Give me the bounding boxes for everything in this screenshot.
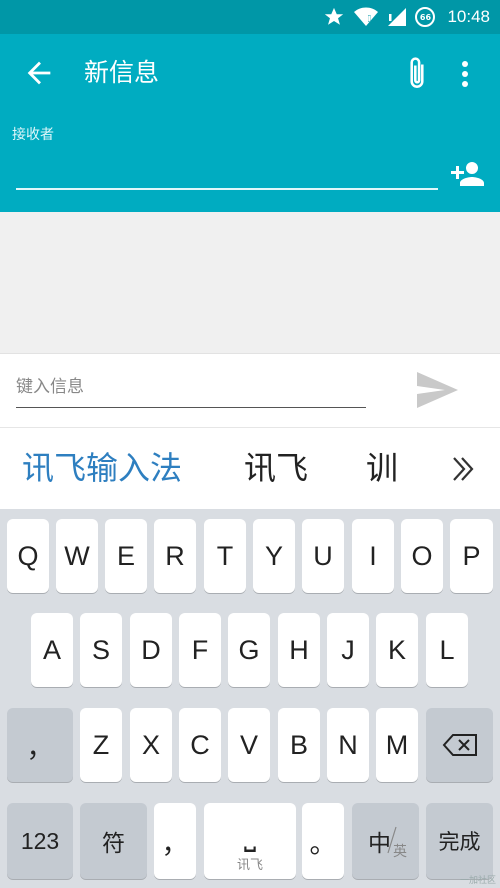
soft-keyboard: Q W E R T Y U I O P A S D F G H J K L ， …: [0, 509, 500, 888]
key-k[interactable]: K: [376, 613, 418, 687]
key-l[interactable]: L: [426, 613, 468, 687]
key-q[interactable]: Q: [7, 519, 49, 593]
wifi-icon: [354, 7, 379, 26]
key-comma-alt[interactable]: ，: [7, 708, 73, 782]
app-bar: 新信息 接收者: [0, 34, 500, 212]
add-person-icon[interactable]: [450, 160, 484, 188]
key-e[interactable]: E: [105, 519, 147, 593]
numbers-key[interactable]: 123: [7, 803, 73, 879]
key-f[interactable]: F: [179, 613, 221, 687]
candidate-item[interactable]: 训: [366, 446, 398, 490]
key-u[interactable]: U: [302, 519, 344, 593]
key-a[interactable]: A: [31, 613, 73, 687]
slash-divider: [387, 826, 397, 854]
language-switch-key[interactable]: 中 英: [352, 803, 419, 879]
status-bar: 66 10:48: [0, 0, 500, 34]
send-icon[interactable]: [414, 370, 460, 410]
watermark: 一加社区: [459, 876, 496, 886]
key-o[interactable]: O: [401, 519, 443, 593]
space-key[interactable]: ⎵ 讯飞: [204, 803, 296, 879]
key-h[interactable]: H: [278, 613, 320, 687]
page-title: 新信息: [84, 58, 160, 87]
key-period[interactable]: 。: [302, 803, 344, 879]
back-arrow-icon[interactable]: [22, 56, 56, 90]
message-input[interactable]: [16, 366, 366, 408]
candidate-item[interactable]: 讯飞: [244, 446, 308, 490]
key-n[interactable]: N: [327, 708, 369, 782]
key-s[interactable]: S: [80, 613, 122, 687]
key-r[interactable]: R: [154, 519, 196, 593]
key-x[interactable]: X: [130, 708, 172, 782]
star-icon: [325, 7, 344, 25]
more-vert-icon[interactable]: [452, 58, 478, 90]
recipient-label: 接收者: [12, 127, 54, 143]
recipient-input[interactable]: [16, 150, 438, 190]
double-chevron-right-icon[interactable]: [448, 454, 478, 484]
key-comma[interactable]: ，: [154, 803, 196, 879]
compose-bar: [0, 353, 500, 427]
done-key[interactable]: 完成: [426, 803, 493, 879]
key-p[interactable]: P: [450, 519, 493, 593]
battery-level: 66: [419, 12, 432, 22]
key-d[interactable]: D: [130, 613, 172, 687]
key-g[interactable]: G: [228, 613, 270, 687]
key-m[interactable]: M: [376, 708, 418, 782]
signal-icon: [388, 8, 407, 26]
space-glyph: ⎵: [244, 819, 256, 852]
ime-candidate-bar: 讯飞输入法 讯飞 训: [0, 427, 500, 509]
backspace-icon: [442, 734, 477, 756]
key-t[interactable]: T: [204, 519, 246, 593]
symbols-key[interactable]: 符: [80, 803, 147, 879]
key-v[interactable]: V: [228, 708, 270, 782]
key-b[interactable]: B: [278, 708, 320, 782]
space-sub-label: 讯飞: [236, 858, 263, 873]
key-z[interactable]: Z: [80, 708, 122, 782]
battery-icon: 66: [415, 7, 436, 27]
key-j[interactable]: J: [327, 613, 369, 687]
key-i[interactable]: I: [352, 519, 394, 593]
paperclip-icon[interactable]: [404, 56, 430, 92]
key-c[interactable]: C: [179, 708, 221, 782]
backspace-key[interactable]: [426, 708, 493, 782]
key-y[interactable]: Y: [253, 519, 295, 593]
status-time: 10:48: [447, 7, 490, 26]
ime-brand-logo[interactable]: 讯飞输入法: [22, 446, 182, 490]
key-w[interactable]: W: [56, 519, 98, 593]
